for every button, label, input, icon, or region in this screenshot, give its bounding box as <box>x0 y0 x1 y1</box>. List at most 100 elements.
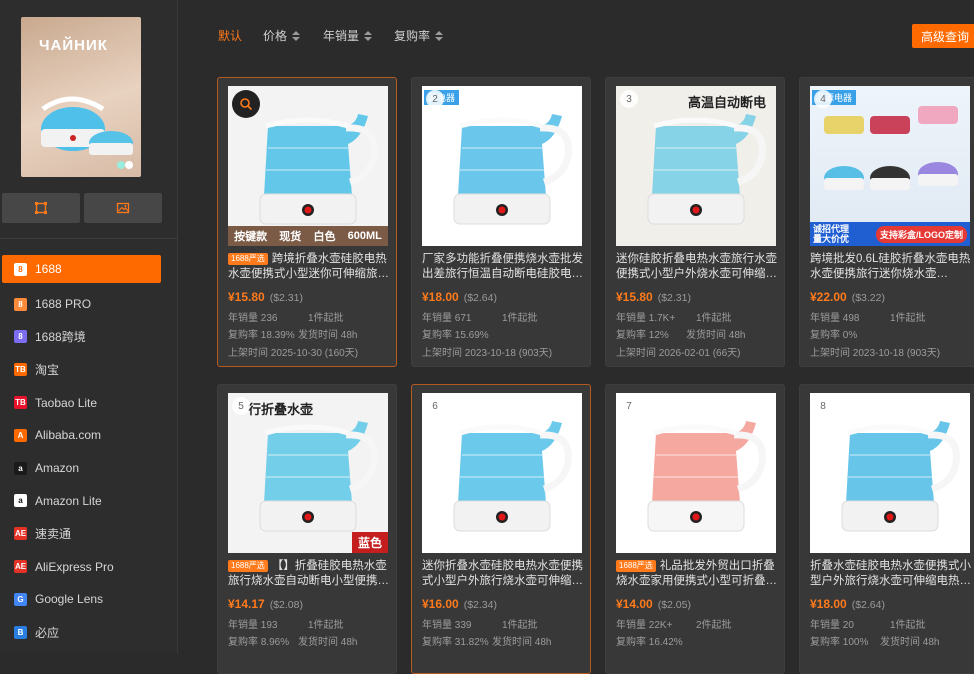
product-card[interactable]: 2源电器厂家多功能折叠便携烧水壶批发出差旅行恒温自动断电硅胶电… ¥18.00 ($… <box>411 77 591 367</box>
sort-annual-sales-label: 年销量 <box>323 29 360 43</box>
source-item[interactable]: 8 1688 <box>2 255 161 283</box>
source-item[interactable]: a Amazon <box>0 452 178 485</box>
source-label: 1688 PRO <box>35 297 92 312</box>
product-title-text: 折叠水壶硅胶电热水壶便携式小型户外旅行烧水壶可伸缩电热… <box>810 560 971 587</box>
product-index: 8 <box>814 397 832 415</box>
price-cny: ¥14.17 <box>228 597 265 611</box>
source-label: 必应 <box>35 625 60 640</box>
repurchase-rate: 复购率 12% <box>616 330 669 341</box>
image-upload-button[interactable] <box>84 193 162 223</box>
sort-price[interactable]: 价格 <box>263 27 301 44</box>
ship-time: 发货时间 48h <box>880 637 940 648</box>
price-cny: ¥18.00 <box>810 597 847 611</box>
source-item[interactable]: AE 速卖通 <box>0 517 178 550</box>
source-label: 速卖通 <box>35 527 72 542</box>
product-image[interactable]: 按键款 现货 白色 600ML <box>228 86 388 246</box>
product-image[interactable]: 2源电器 <box>422 86 582 246</box>
kettle-image <box>453 114 572 225</box>
min-order: 1件起批 <box>502 620 538 631</box>
image-icon <box>116 202 130 214</box>
source-item[interactable]: TB Taobao Lite <box>0 386 178 419</box>
price-usd: ($2.05) <box>657 599 691 611</box>
product-image[interactable]: 6 <box>422 393 582 553</box>
sort-annual-sales[interactable]: 年销量 <box>323 27 373 44</box>
min-order: 1件起批 <box>696 313 732 324</box>
product-image[interactable]: 5 行折叠水壶 蓝色 <box>228 393 388 553</box>
ship-time: 发货时间 48h <box>492 637 552 648</box>
source-item[interactable]: a Amazon Lite <box>0 485 178 518</box>
image-overlay-bar: 按键款 现货 白色 600ML <box>228 226 388 246</box>
kettle-image <box>841 421 960 532</box>
product-image[interactable]: 7 <box>616 393 776 553</box>
min-order: 2件起批 <box>696 620 732 631</box>
price-usd: ($2.31) <box>657 292 691 304</box>
advanced-search-button[interactable]: 高级查询 <box>912 24 974 48</box>
ship-time: 发货时间 48h <box>298 330 358 341</box>
repurchase-rate: 复购率 0% <box>810 330 858 341</box>
source-item[interactable]: G Google Lens <box>0 583 178 616</box>
listed-time: 上架时间 2023-10-18 (903天) <box>422 348 553 359</box>
search-image-preview[interactable]: ЧАЙНИК <box>21 17 141 177</box>
sort-arrows-icon <box>435 30 444 41</box>
product-title[interactable]: 1688严选 【】折叠硅胶电热水壶旅行烧水壶自动断电小型便携… <box>228 559 390 589</box>
source-list: 8 1688 8 1688 PRO 8 1688跨境 TB 淘宝 TB Taobao Lite A A… <box>0 255 178 649</box>
price-usd: ($2.34) <box>463 599 497 611</box>
source-logo-icon: a <box>14 461 27 475</box>
product-card[interactable]: 4 品源电器 诚招代理 量大价优 支持彩盒/LOGO定制跨境批发0.6L硅胶折叠水壶电… <box>799 77 974 367</box>
source-logo-icon: AE <box>14 560 27 574</box>
source-item[interactable]: AE AliExpress Pro <box>0 550 178 583</box>
product-card[interactable]: 8 折叠水壶硅胶电热水壶便携式小型户外旅行烧水壶可伸缩电热… ¥18.00 ($2.6… <box>799 384 974 674</box>
product-index: 6 <box>426 397 444 415</box>
product-title[interactable]: 迷你硅胶折叠电热水壶旅行水壶便携式小型户外烧水壶可伸缩… <box>616 252 778 282</box>
product-image[interactable]: 8 <box>810 393 970 553</box>
source-item[interactable]: A Alibaba.com <box>0 419 178 452</box>
repurchase-rate: 复购率 18.39% <box>228 330 295 341</box>
sort-bar: 默认 价格 年销量 复购率 高级查询 <box>178 0 974 70</box>
product-title[interactable]: 跨境批发0.6L硅胶折叠水壶电热水壶便携旅行迷你烧水壶… <box>810 252 972 282</box>
product-title-text: 迷你硅胶折叠电热水壶旅行水壶便携式小型户外烧水壶可伸缩… <box>616 253 777 280</box>
overlay-text: 按键款 <box>234 231 268 243</box>
source-item[interactable]: TB 淘宝 <box>0 353 178 386</box>
price-cny: ¥16.00 <box>422 597 459 611</box>
source-label: 淘宝 <box>35 363 60 378</box>
product-price: ¥16.00 ($2.34) <box>422 597 497 611</box>
selection-badge: 1688严选 <box>228 560 268 572</box>
product-card[interactable]: 3 高温自动断电 迷你硅胶折叠电热水壶旅行水壶便携式小型户外烧水壶可伸缩… ¥15.8… <box>605 77 785 367</box>
sort-default[interactable]: 默认 <box>218 27 242 44</box>
sidebar: ЧАЙНИК 8 1688 8 1688 PRO 8 1688跨境 TB 淘宝 TB Taobao… <box>0 0 178 653</box>
product-title[interactable]: 1688严选 跨境折叠水壶硅胶电热水壶便携式小型迷你可伸缩旅… <box>228 252 390 282</box>
sort-arrows-icon <box>364 30 373 41</box>
source-label: 1688跨境 <box>35 330 86 345</box>
product-title[interactable]: 折叠水壶硅胶电热水壶便携式小型户外旅行烧水壶可伸缩电热… <box>810 559 972 589</box>
annual-sales: 年销量 671 <box>422 313 472 324</box>
crop-button[interactable] <box>2 193 80 223</box>
sidebar-divider <box>0 238 178 239</box>
source-label: Amazon Lite <box>35 493 102 508</box>
source-item[interactable]: B 必应 <box>0 616 178 649</box>
price-cny: ¥14.00 <box>616 597 653 611</box>
product-title[interactable]: 厂家多功能折叠便携烧水壶批发出差旅行恒温自动断电硅胶电… <box>422 252 584 282</box>
source-item[interactable]: 8 1688跨境 <box>0 321 178 354</box>
price-cny: ¥18.00 <box>422 290 459 304</box>
annual-sales: 年销量 1.7K+ <box>616 313 676 324</box>
source-label: Alibaba.com <box>35 428 102 443</box>
source-logo-icon: G <box>14 592 27 606</box>
ship-time: 发货时间 48h <box>298 637 358 648</box>
product-image[interactable]: 4 品源电器 诚招代理 量大价优 支持彩盒/LOGO定制 <box>810 86 970 246</box>
min-order: 1件起批 <box>502 313 538 324</box>
product-title[interactable]: 1688严选 礼品批发外贸出口折叠烧水壶家用便携式小型可折叠… <box>616 559 778 589</box>
source-label: Taobao Lite <box>35 395 98 410</box>
product-image[interactable]: 3 高温自动断电 <box>616 86 776 246</box>
product-card[interactable]: 按键款 现货 白色 600ML 1688严选 跨境折叠水壶硅胶电热水壶便携式小型迷你可伸缩… <box>217 77 397 367</box>
zoom-search-icon[interactable] <box>232 90 260 118</box>
product-card[interactable]: 7 1688严选 礼品批发外贸出口折叠烧水壶家用便携式小型可折叠… ¥14.00 ($2… <box>605 384 785 674</box>
source-logo-icon: TB <box>14 363 27 377</box>
product-card[interactable]: 6 迷你折叠水壶硅胶电热水壶便携式小型户外旅行烧水壶可伸缩… ¥16.00 ($2.3… <box>411 384 591 674</box>
min-order: 1件起批 <box>308 620 344 631</box>
sort-repurchase[interactable]: 复购率 <box>394 27 444 44</box>
source-item[interactable]: 8 1688 PRO <box>0 288 178 321</box>
repurchase-rate: 复购率 8.96% <box>228 637 290 648</box>
source-label: Google Lens <box>35 592 104 607</box>
product-title[interactable]: 迷你折叠水壶硅胶电热水壶便携式小型户外旅行烧水壶可伸缩… <box>422 559 584 589</box>
product-card[interactable]: 5 行折叠水壶 蓝色 1688严选 【】折叠硅胶电热水壶旅行烧水壶自动断电小型便携… ¥1… <box>217 384 397 674</box>
